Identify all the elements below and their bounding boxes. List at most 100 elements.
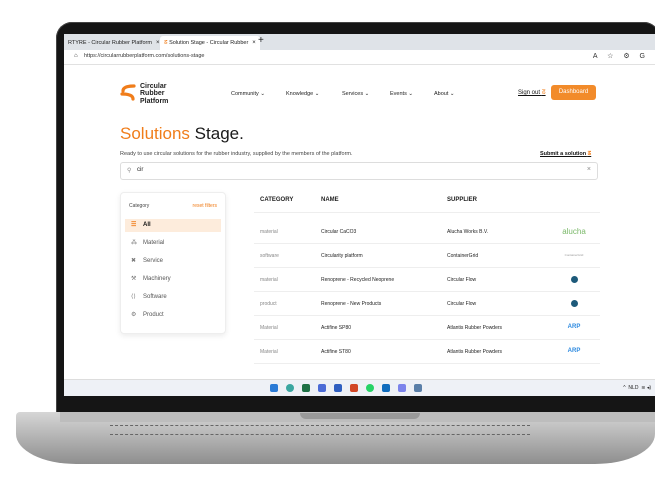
row-category: material bbox=[260, 277, 278, 283]
row-name: Circular CaCO3 bbox=[321, 229, 357, 235]
language-indicator: NLD bbox=[628, 385, 639, 391]
filter-all[interactable]: ☰ All bbox=[125, 219, 221, 232]
row-name: Actifine SP80 bbox=[321, 325, 352, 331]
nav-about[interactable]: About ⌄ bbox=[434, 91, 455, 97]
filter-icon: ☰ bbox=[131, 222, 137, 228]
logo-text-1: Circular bbox=[140, 83, 167, 90]
table-divider bbox=[254, 212, 600, 213]
category-label: Category bbox=[129, 203, 150, 209]
row-name: Renoprene - New Products bbox=[321, 301, 382, 307]
close-icon[interactable]: × bbox=[156, 40, 160, 46]
filter-material[interactable]: ⁂ Material bbox=[125, 237, 221, 250]
logo-block[interactable]: Circular Rubber Platform bbox=[120, 82, 200, 108]
row-supplier: ContainerGrid bbox=[447, 253, 479, 259]
logo-text-2: Rubber bbox=[140, 90, 165, 98]
teams-icon[interactable] bbox=[318, 384, 326, 392]
close-icon[interactable]: × bbox=[252, 40, 256, 46]
filter-label: Service bbox=[143, 258, 164, 264]
system-tray[interactable]: ^ NLD ≋ ◂) bbox=[623, 385, 651, 391]
row-category: Material bbox=[260, 325, 278, 331]
wifi-icon: ≋ bbox=[641, 385, 646, 391]
filter-software[interactable]: ⟨⟩ Software bbox=[125, 291, 221, 304]
browser-tab-bar: RTYRE - Circular Rubber Platform × ᘔ Solu… bbox=[64, 34, 655, 50]
nav-events[interactable]: Events ⌄ bbox=[390, 91, 413, 97]
whatsapp-icon[interactable] bbox=[366, 384, 374, 392]
app-icon[interactable] bbox=[398, 384, 406, 392]
new-tab-icon[interactable]: + bbox=[258, 35, 264, 46]
calculator-icon[interactable] bbox=[414, 384, 422, 392]
browser-tab-active[interactable]: ᘔ Solution Stage - Circular Rubber × bbox=[160, 36, 260, 50]
table-row[interactable]: material Circular CaCO3 Alucha Works B.V… bbox=[254, 220, 600, 244]
tab-title: Solution Stage - Circular Rubber bbox=[169, 40, 249, 46]
filter-product[interactable]: ⚙ Product bbox=[125, 309, 221, 322]
table-row[interactable]: Material Actifine SP80 Atlantis Rubber P… bbox=[254, 316, 600, 340]
globe-logo-icon bbox=[570, 299, 578, 307]
supplier-logo: alucha bbox=[562, 227, 586, 236]
title-accent: Solutions bbox=[120, 124, 190, 143]
sign-out-label: Sign out bbox=[518, 90, 541, 96]
filter-machinery[interactable]: ⚒ Machinery bbox=[125, 273, 221, 286]
table-row[interactable]: product Renoprene - New Products Circula… bbox=[254, 292, 600, 316]
filter-label: Software bbox=[143, 294, 167, 300]
column-header-name[interactable]: NAME bbox=[321, 197, 339, 203]
sign-out-icon: ᘔ bbox=[541, 90, 546, 96]
submit-solution-link[interactable]: Submit a solution ᘔ bbox=[540, 151, 591, 158]
dashboard-button[interactable]: Dashboard bbox=[551, 85, 596, 100]
windows-start-icon[interactable] bbox=[270, 384, 278, 392]
nav-services[interactable]: Services ⌄ bbox=[342, 91, 369, 97]
outlook-icon[interactable] bbox=[382, 384, 390, 392]
address-bar[interactable]: ⌂ https://circularrubberplatform.com/sol… bbox=[64, 50, 655, 65]
row-name: Actifine ST80 bbox=[321, 349, 351, 355]
taskbar: ^ NLD ≋ ◂) bbox=[64, 379, 655, 396]
row-category: software bbox=[260, 253, 279, 259]
filter-card: Category reset filters ☰ All ⁂ Material ✖ S… bbox=[120, 192, 226, 334]
excel-icon[interactable] bbox=[302, 384, 310, 392]
row-name: Circularity platform bbox=[321, 253, 363, 259]
table-row[interactable]: Material Actifine ST80 Atlantis Rubber P… bbox=[254, 340, 600, 364]
edge-icon[interactable] bbox=[286, 384, 294, 392]
search-input[interactable]: cir bbox=[137, 167, 143, 173]
row-category: material bbox=[260, 229, 278, 235]
row-supplier: Alucha Works B.V. bbox=[447, 229, 489, 235]
chevron-up-icon: ^ bbox=[623, 385, 626, 391]
page-subtitle: Ready to use circular solutions for the … bbox=[120, 151, 353, 157]
clear-search-icon[interactable]: × bbox=[587, 166, 591, 173]
product-icon: ⚙ bbox=[131, 312, 137, 318]
filter-label: Material bbox=[143, 240, 165, 246]
submit-solution-label: Submit a solution bbox=[540, 151, 587, 157]
table-row[interactable]: material Renoprene - Recycled Neoprene C… bbox=[254, 268, 600, 292]
logo-mark-icon bbox=[120, 84, 136, 101]
supplier-logo bbox=[554, 297, 594, 310]
supplier-logo: ARP bbox=[567, 348, 581, 354]
row-supplier: Atlantis Rubber Powders bbox=[447, 325, 503, 331]
laptop-notch bbox=[300, 413, 420, 419]
column-header-category[interactable]: CATEGORY bbox=[260, 197, 293, 203]
browser-toolbar-icons[interactable]: A ☆ ⚙ G bbox=[593, 52, 649, 60]
service-icon: ✖ bbox=[131, 258, 137, 264]
nav-community[interactable]: Community ⌄ bbox=[231, 91, 265, 97]
column-header-supplier[interactable]: SUPPLIER bbox=[447, 197, 477, 203]
row-category: product bbox=[260, 301, 277, 307]
filter-label: All bbox=[143, 222, 151, 228]
favicon-icon: ᘔ bbox=[164, 40, 168, 46]
table-row[interactable]: software Circularity platform ContainerG… bbox=[254, 244, 600, 268]
filter-service[interactable]: ✖ Service bbox=[125, 255, 221, 268]
site-logo[interactable] bbox=[64, 34, 144, 58]
nav-knowledge[interactable]: Knowledge ⌄ bbox=[286, 91, 319, 97]
search-box[interactable]: ⚲ cir × bbox=[120, 162, 598, 180]
row-name: Renoprene - Recycled Neoprene bbox=[321, 277, 395, 283]
supplier-logo bbox=[554, 273, 594, 286]
powerpoint-icon[interactable] bbox=[350, 384, 358, 392]
page-title: Solutions Stage. bbox=[120, 124, 244, 144]
submit-icon: ᘔ bbox=[587, 151, 592, 157]
material-icon: ⁂ bbox=[131, 240, 137, 246]
row-supplier: Atlantis Rubber Powders bbox=[447, 349, 503, 355]
row-supplier: Circular Flow bbox=[447, 301, 477, 307]
reset-filters-link[interactable]: reset filters bbox=[193, 203, 217, 209]
globe-logo-icon bbox=[570, 275, 578, 283]
sign-out-link[interactable]: Sign out ᘔ bbox=[518, 90, 546, 97]
word-icon[interactable] bbox=[334, 384, 342, 392]
supplier-logo: ContainerGrid bbox=[564, 253, 584, 257]
screen: RTYRE - Circular Rubber Platform × ᘔ Solu… bbox=[64, 34, 655, 396]
title-rest: Stage. bbox=[194, 124, 244, 143]
